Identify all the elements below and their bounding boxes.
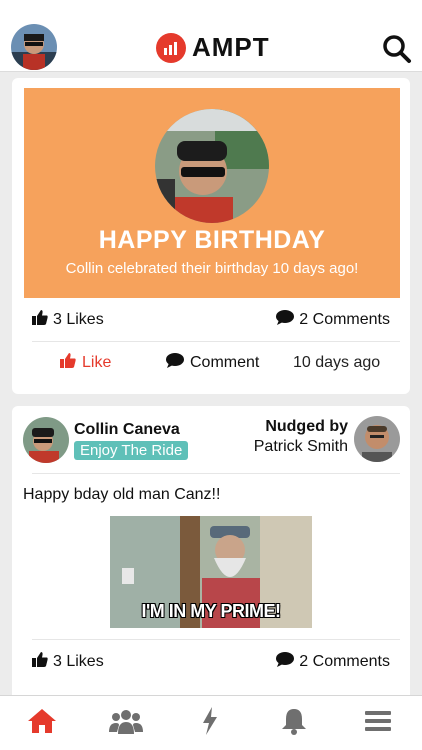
- post-gif[interactable]: I'M IN MY PRIME!: [110, 516, 312, 628]
- birthday-actions: Like Comment 10 days ago: [12, 343, 410, 383]
- birthday-stats: 3 Likes 2 Comments: [32, 300, 390, 340]
- home-icon: [27, 708, 57, 739]
- bell-icon: [281, 707, 307, 740]
- author-name[interactable]: Collin Caneva: [74, 421, 180, 439]
- comments-count[interactable]: 2 Comments: [276, 310, 390, 330]
- logo-icon: [156, 32, 186, 63]
- comment-button[interactable]: Comment: [166, 343, 259, 383]
- author-avatar[interactable]: [23, 417, 69, 463]
- group-icon: [109, 708, 143, 739]
- comment-label: Comment: [190, 354, 260, 371]
- nudger-avatar[interactable]: [354, 416, 400, 462]
- birthday-banner: HAPPY BIRTHDAY Collin celebrated their b…: [24, 88, 400, 298]
- gif-caption: I'M IN MY PRIME!: [141, 601, 281, 621]
- post-time: 10 days ago: [293, 354, 381, 371]
- divider: [32, 473, 400, 474]
- thumbs-up-icon: [60, 353, 76, 373]
- likes-count[interactable]: 3 Likes: [32, 652, 104, 672]
- nav-groups[interactable]: [109, 708, 143, 738]
- comments-count[interactable]: 2 Comments: [276, 652, 390, 672]
- likes-count[interactable]: 3 Likes: [32, 310, 104, 330]
- post-stats: 3 Likes 2 Comments: [32, 642, 390, 682]
- divider: [32, 341, 400, 342]
- birthday-title: HAPPY BIRTHDAY: [98, 226, 326, 254]
- birthday-subtitle: Collin celebrated their birthday 10 days…: [65, 260, 359, 277]
- divider: [32, 639, 400, 640]
- avatar[interactable]: [11, 24, 57, 70]
- post-text: Happy bday old man Canz!!: [23, 486, 221, 503]
- menu-icon: [365, 710, 391, 737]
- comments-label: 2 Comments: [299, 653, 390, 670]
- speech-bubble-icon: [276, 310, 295, 330]
- app-header: AMPT: [0, 0, 422, 72]
- birthday-photo: [155, 109, 269, 223]
- speech-bubble-icon: [166, 353, 184, 373]
- comments-label: 2 Comments: [299, 311, 390, 328]
- logo-text: AMPT: [192, 32, 270, 62]
- author-tag: Enjoy The Ride: [74, 441, 189, 460]
- search-icon[interactable]: [382, 34, 412, 64]
- nudger-name[interactable]: Patrick Smith: [254, 438, 348, 456]
- nav-notifications[interactable]: [277, 708, 311, 738]
- app-logo: AMPT: [156, 32, 270, 63]
- like-button[interactable]: Like: [60, 343, 111, 383]
- thumbs-up-icon: [32, 310, 48, 330]
- speech-bubble-icon: [276, 652, 295, 672]
- bottom-nav: [0, 695, 422, 750]
- post-card: Collin Caneva Enjoy The Ride Nudged by P…: [12, 406, 410, 706]
- like-label: Like: [82, 354, 112, 371]
- lightning-icon: [201, 706, 219, 740]
- nav-home[interactable]: [25, 708, 59, 738]
- likes-label: 3 Likes: [53, 653, 104, 670]
- nudged-by-label: Nudged by: [265, 418, 348, 435]
- nav-menu[interactable]: [361, 708, 395, 738]
- likes-label: 3 Likes: [53, 311, 104, 328]
- nav-activity[interactable]: [193, 706, 227, 740]
- birthday-card: HAPPY BIRTHDAY Collin celebrated their b…: [12, 78, 410, 394]
- thumbs-up-icon: [32, 652, 48, 672]
